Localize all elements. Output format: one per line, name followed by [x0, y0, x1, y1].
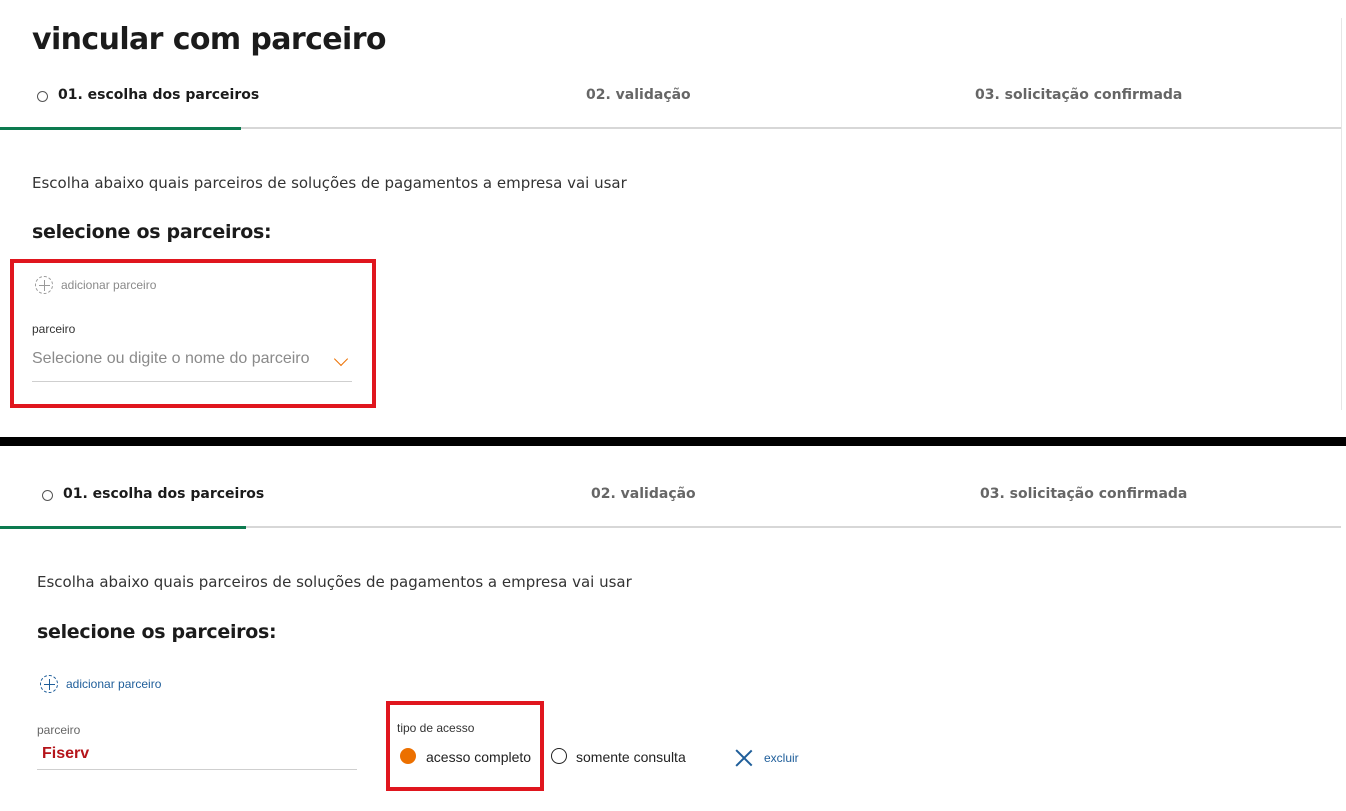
step-1: 01. escolha dos parceiros [63, 486, 265, 502]
step-2: 02. validação [586, 87, 691, 103]
panel-edge [1341, 18, 1342, 410]
description: Escolha abaixo quais parceiros de soluçõ… [32, 174, 627, 192]
description: Escolha abaixo quais parceiros de soluçõ… [37, 573, 632, 591]
add-partner-button[interactable]: adicionar parceiro [40, 675, 161, 693]
stepper: 01. escolha dos parceiros 02. validação … [0, 468, 1341, 529]
step-2: 02. validação [591, 486, 696, 502]
step-dot-icon [37, 91, 48, 102]
radio-read-only-label[interactable]: somente consulta [576, 749, 686, 765]
close-icon[interactable] [735, 749, 753, 767]
radio-read-only[interactable] [551, 748, 567, 764]
highlight-box [386, 701, 544, 791]
panel-partner-selected: 01. escolha dos parceiros 02. validação … [0, 446, 1346, 811]
delete-link[interactable]: excluir [764, 751, 799, 765]
section-heading: selecione os parceiros: [37, 621, 277, 643]
step-dot-icon [42, 490, 53, 501]
step-3: 03. solicitação confirmada [980, 486, 1188, 502]
stepper-progress [0, 526, 246, 529]
selected-partner-value: Fiserv [42, 745, 90, 762]
step-1: 01. escolha dos parceiros [58, 87, 260, 103]
stepper: 01. escolha dos parceiros 02. validação … [0, 69, 1341, 130]
partner-field-label: parceiro [37, 723, 81, 737]
add-partner-label: adicionar parceiro [66, 677, 162, 691]
highlight-box [10, 259, 376, 408]
panel-initial-state: vincular com parceiro 01. escolha dos pa… [0, 0, 1346, 437]
page-title: vincular com parceiro [32, 22, 387, 57]
stepper-progress [0, 127, 241, 130]
step-3: 03. solicitação confirmada [975, 87, 1183, 103]
screenshot-divider [0, 437, 1346, 446]
add-circle-icon [40, 675, 58, 693]
partner-select[interactable]: Fiserv [37, 742, 357, 770]
section-heading: selecione os parceiros: [32, 221, 272, 243]
